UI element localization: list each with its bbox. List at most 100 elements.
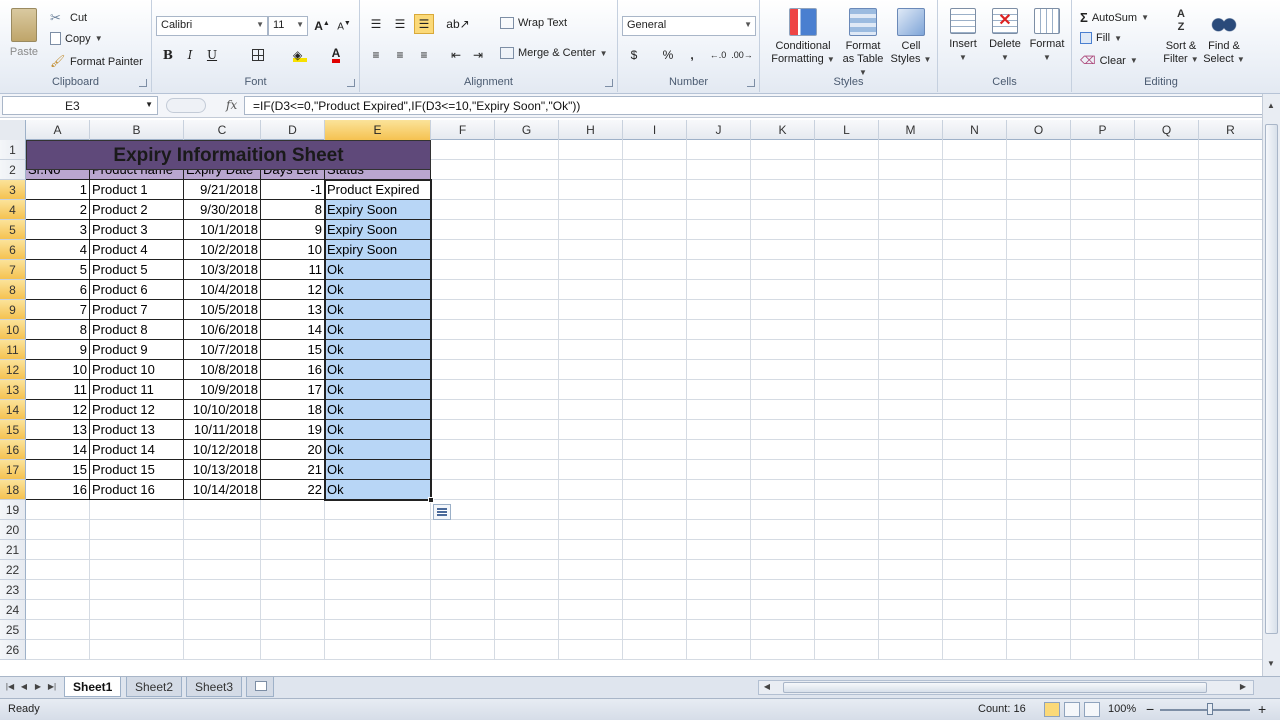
empty-cell[interactable] xyxy=(495,260,559,280)
empty-cell[interactable] xyxy=(623,340,687,360)
empty-cell[interactable] xyxy=(325,620,431,640)
column-header-f[interactable]: F xyxy=(431,120,495,140)
empty-cell[interactable] xyxy=(495,200,559,220)
empty-cell[interactable] xyxy=(879,580,943,600)
empty-cell[interactable] xyxy=(815,200,879,220)
empty-cell[interactable] xyxy=(815,340,879,360)
decrease-decimal-button[interactable]: .00→ xyxy=(731,45,753,65)
empty-cell[interactable] xyxy=(559,580,623,600)
data-cell[interactable]: 18 xyxy=(261,400,325,420)
empty-cell[interactable] xyxy=(1071,140,1135,160)
number-format-combo[interactable]: General ▼ xyxy=(622,16,756,36)
empty-cell[interactable] xyxy=(1007,180,1071,200)
empty-cell[interactable] xyxy=(687,380,751,400)
data-cell[interactable]: 10/13/2018 xyxy=(184,460,261,480)
data-cell[interactable]: Product 2 xyxy=(90,200,184,220)
zoom-level[interactable]: 100% xyxy=(1108,703,1136,715)
status-cell[interactable]: Ok xyxy=(325,300,431,320)
empty-cell[interactable] xyxy=(495,220,559,240)
data-cell[interactable]: 10/8/2018 xyxy=(184,360,261,380)
data-cell[interactable]: 9/30/2018 xyxy=(184,200,261,220)
empty-cell[interactable] xyxy=(431,220,495,240)
empty-cell[interactable] xyxy=(559,500,623,520)
empty-cell[interactable] xyxy=(559,160,623,180)
column-header-e[interactable]: E xyxy=(325,120,431,140)
empty-cell[interactable] xyxy=(751,460,815,480)
empty-cell[interactable] xyxy=(623,420,687,440)
status-cell[interactable]: Ok xyxy=(325,360,431,380)
bold-button[interactable]: B xyxy=(158,45,178,65)
column-header-h[interactable]: H xyxy=(559,120,623,140)
align-left-button[interactable]: ≡ xyxy=(366,45,386,65)
empty-cell[interactable] xyxy=(495,320,559,340)
empty-cell[interactable] xyxy=(751,520,815,540)
empty-cell[interactable] xyxy=(559,280,623,300)
insert-sheet-button[interactable] xyxy=(246,677,274,697)
empty-cell[interactable] xyxy=(623,580,687,600)
data-cell[interactable]: 10/11/2018 xyxy=(184,420,261,440)
empty-cell[interactable] xyxy=(1135,380,1199,400)
empty-cell[interactable] xyxy=(1199,420,1262,440)
data-cell[interactable]: 14 xyxy=(26,440,90,460)
data-cell[interactable]: 15 xyxy=(261,340,325,360)
empty-cell[interactable] xyxy=(879,560,943,580)
empty-cell[interactable] xyxy=(943,640,1007,660)
page-break-view-icon[interactable] xyxy=(1084,702,1100,717)
page-layout-view-icon[interactable] xyxy=(1064,702,1080,717)
empty-cell[interactable] xyxy=(26,540,90,560)
empty-cell[interactable] xyxy=(623,300,687,320)
empty-cell[interactable] xyxy=(1135,220,1199,240)
empty-cell[interactable] xyxy=(1007,160,1071,180)
empty-cell[interactable] xyxy=(495,420,559,440)
empty-cell[interactable] xyxy=(1007,420,1071,440)
empty-cell[interactable] xyxy=(1071,220,1135,240)
italic-button[interactable]: I xyxy=(180,45,200,65)
data-cell[interactable]: 10/7/2018 xyxy=(184,340,261,360)
empty-cell[interactable] xyxy=(751,640,815,660)
format-as-table-button[interactable]: Format as Table ▼ xyxy=(840,8,886,79)
empty-cell[interactable] xyxy=(1071,560,1135,580)
empty-cell[interactable] xyxy=(623,240,687,260)
row-header[interactable]: 9 xyxy=(0,300,26,320)
first-sheet-icon[interactable]: |◀ xyxy=(4,680,16,694)
empty-cell[interactable] xyxy=(495,480,559,500)
empty-cell[interactable] xyxy=(1007,320,1071,340)
empty-cell[interactable] xyxy=(1007,500,1071,520)
empty-cell[interactable] xyxy=(1007,640,1071,660)
empty-cell[interactable] xyxy=(1135,420,1199,440)
column-header-c[interactable]: C xyxy=(184,120,261,140)
empty-cell[interactable] xyxy=(1135,540,1199,560)
data-cell[interactable]: Product 12 xyxy=(90,400,184,420)
row-header[interactable]: 6 xyxy=(0,240,26,260)
empty-cell[interactable] xyxy=(815,220,879,240)
empty-cell[interactable] xyxy=(90,600,184,620)
column-header-j[interactable]: J xyxy=(687,120,751,140)
empty-cell[interactable] xyxy=(1071,480,1135,500)
empty-cell[interactable] xyxy=(495,240,559,260)
data-cell[interactable]: 10/4/2018 xyxy=(184,280,261,300)
data-cell[interactable]: Product 10 xyxy=(90,360,184,380)
delete-button[interactable]: ✕ Delete ▼ xyxy=(984,8,1026,64)
empty-cell[interactable] xyxy=(751,360,815,380)
row-header[interactable]: 12 xyxy=(0,360,26,380)
empty-cell[interactable] xyxy=(1007,220,1071,240)
empty-cell[interactable] xyxy=(559,560,623,580)
empty-cell[interactable] xyxy=(431,300,495,320)
empty-cell[interactable] xyxy=(879,220,943,240)
empty-cell[interactable] xyxy=(687,140,751,160)
empty-cell[interactable] xyxy=(687,540,751,560)
empty-cell[interactable] xyxy=(623,520,687,540)
empty-cell[interactable] xyxy=(623,360,687,380)
empty-cell[interactable] xyxy=(1007,560,1071,580)
empty-cell[interactable] xyxy=(495,600,559,620)
empty-cell[interactable] xyxy=(559,180,623,200)
empty-cell[interactable] xyxy=(495,340,559,360)
empty-cell[interactable] xyxy=(879,200,943,220)
scroll-up-icon[interactable]: ▲ xyxy=(1263,98,1279,114)
zoom-slider[interactable] xyxy=(1160,709,1250,711)
row-header[interactable]: 3 xyxy=(0,180,26,200)
empty-cell[interactable] xyxy=(90,500,184,520)
empty-cell[interactable] xyxy=(1135,560,1199,580)
empty-cell[interactable] xyxy=(943,280,1007,300)
empty-cell[interactable] xyxy=(879,300,943,320)
